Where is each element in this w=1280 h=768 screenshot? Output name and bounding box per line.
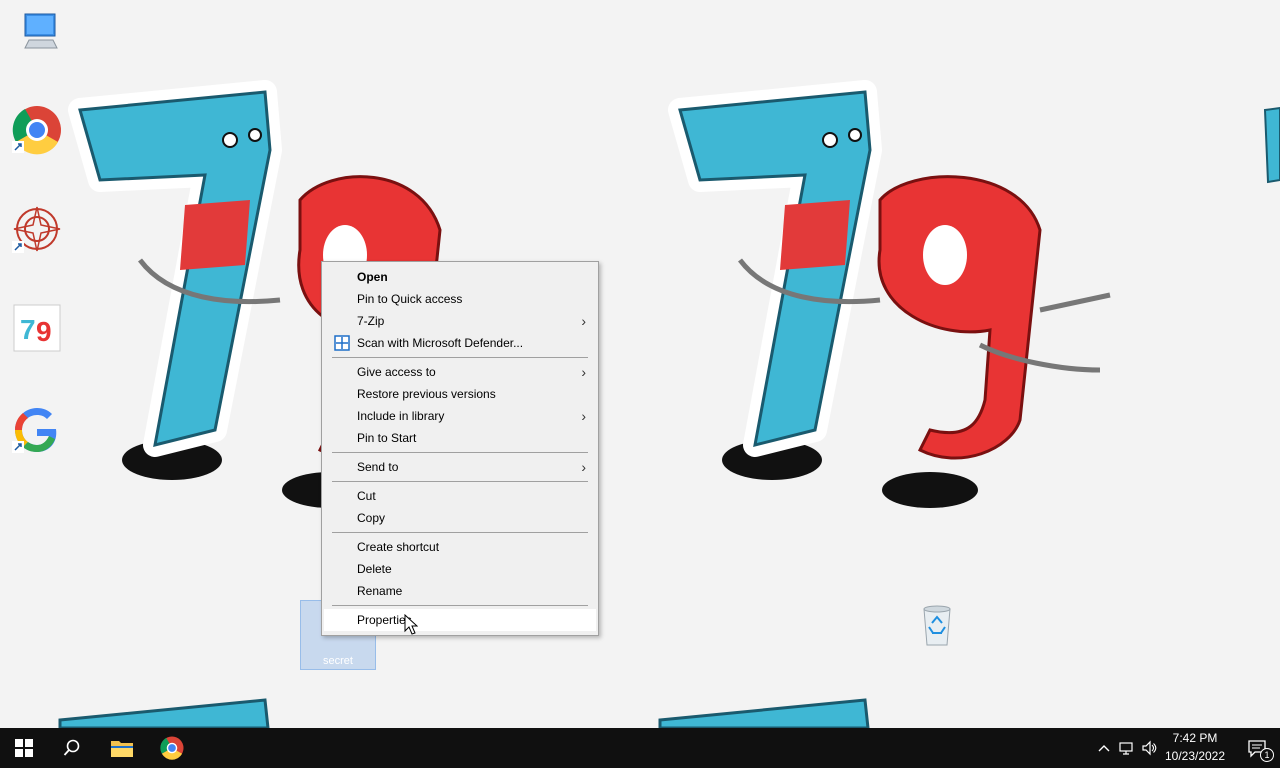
menu-item-pin-start[interactable]: Pin to Start — [324, 427, 596, 449]
menu-item-label: Give access to — [357, 365, 436, 379]
start-button[interactable] — [0, 728, 48, 768]
menu-item-label: Pin to Quick access — [357, 292, 463, 306]
menu-item-label: Rename — [357, 584, 403, 598]
menu-item-label: Delete — [357, 562, 392, 576]
menu-separator — [332, 357, 588, 358]
menu-item-label: Send to — [357, 460, 399, 474]
mouse-cursor-icon — [404, 614, 418, 635]
chevron-up-icon[interactable] — [1096, 740, 1112, 756]
notification-count-badge: 1 — [1260, 748, 1274, 762]
mandala-shortcut-icon[interactable] — [12, 205, 62, 255]
menu-item-rename[interactable]: Rename — [324, 580, 596, 602]
menu-separator — [332, 532, 588, 533]
menu-item-label: Create shortcut — [357, 540, 440, 554]
clock-date[interactable]: 10/23/2022 — [1160, 749, 1230, 763]
menu-item-delete[interactable]: Delete — [324, 558, 596, 580]
menu-item-scan-defender[interactable]: Scan with Microsoft Defender... — [324, 332, 596, 354]
folder-icon — [111, 741, 133, 757]
menu-item-7zip[interactable]: 7-Zip › — [324, 310, 596, 332]
this-pc-icon[interactable] — [13, 8, 63, 58]
chevron-right-icon: › — [581, 313, 586, 329]
menu-item-copy[interactable]: Copy — [324, 507, 596, 529]
menu-separator — [332, 605, 588, 606]
menu-item-cut[interactable]: Cut — [324, 485, 596, 507]
menu-item-properties[interactable]: Properties — [324, 609, 596, 631]
chrome-taskbar-button[interactable] — [148, 728, 196, 768]
menu-separator — [332, 452, 588, 453]
file-explorer-button[interactable] — [98, 728, 146, 768]
selected-file-label: secret — [323, 655, 353, 667]
volume-icon[interactable] — [1141, 740, 1157, 756]
defender-shield-icon — [334, 335, 350, 351]
chevron-right-icon: › — [581, 459, 586, 475]
menu-item-label: Pin to Start — [357, 431, 417, 445]
search-icon — [63, 739, 80, 756]
menu-item-label: 7-Zip — [357, 314, 385, 328]
menu-item-label: Restore previous versions — [357, 387, 496, 401]
context-menu: Open Pin to Quick access 7-Zip › Scan wit… — [321, 261, 599, 636]
menu-item-pin-quick-access[interactable]: Pin to Quick access — [324, 288, 596, 310]
svg-text:9: 9 — [36, 316, 52, 347]
chevron-right-icon: › — [581, 364, 586, 380]
recycle-bin-icon[interactable] — [912, 601, 962, 651]
chrome-icon — [160, 736, 184, 760]
menu-item-include-library[interactable]: Include in library › — [324, 405, 596, 427]
79-app-icon[interactable]: 79 — [12, 303, 62, 353]
taskbar: 7:42 PM 10/23/2022 1 — [0, 728, 1280, 768]
svg-text:7: 7 — [20, 314, 36, 345]
menu-item-create-shortcut[interactable]: Create shortcut — [324, 536, 596, 558]
action-center-button[interactable]: 1 — [1234, 728, 1280, 768]
network-icon[interactable] — [1118, 740, 1134, 756]
menu-item-restore-versions[interactable]: Restore previous versions — [324, 383, 596, 405]
menu-item-label: Cut — [357, 489, 376, 503]
menu-item-send-to[interactable]: Send to › — [324, 456, 596, 478]
menu-item-label: Include in library — [357, 409, 445, 423]
menu-item-give-access[interactable]: Give access to › — [324, 361, 596, 383]
menu-separator — [332, 481, 588, 482]
menu-item-label: Copy — [357, 511, 386, 525]
chevron-right-icon: › — [581, 408, 586, 424]
menu-item-open[interactable]: Open — [324, 266, 596, 288]
search-button[interactable] — [48, 728, 96, 768]
desktop-wallpaper — [0, 0, 1280, 728]
clock-time[interactable]: 7:42 PM — [1160, 731, 1230, 745]
windows-logo-icon — [15, 739, 33, 757]
menu-item-label: Scan with Microsoft Defender... — [357, 336, 524, 350]
chrome-shortcut-icon[interactable] — [12, 105, 62, 155]
menu-item-label: Open — [357, 270, 388, 284]
google-shortcut-icon[interactable] — [12, 405, 62, 455]
